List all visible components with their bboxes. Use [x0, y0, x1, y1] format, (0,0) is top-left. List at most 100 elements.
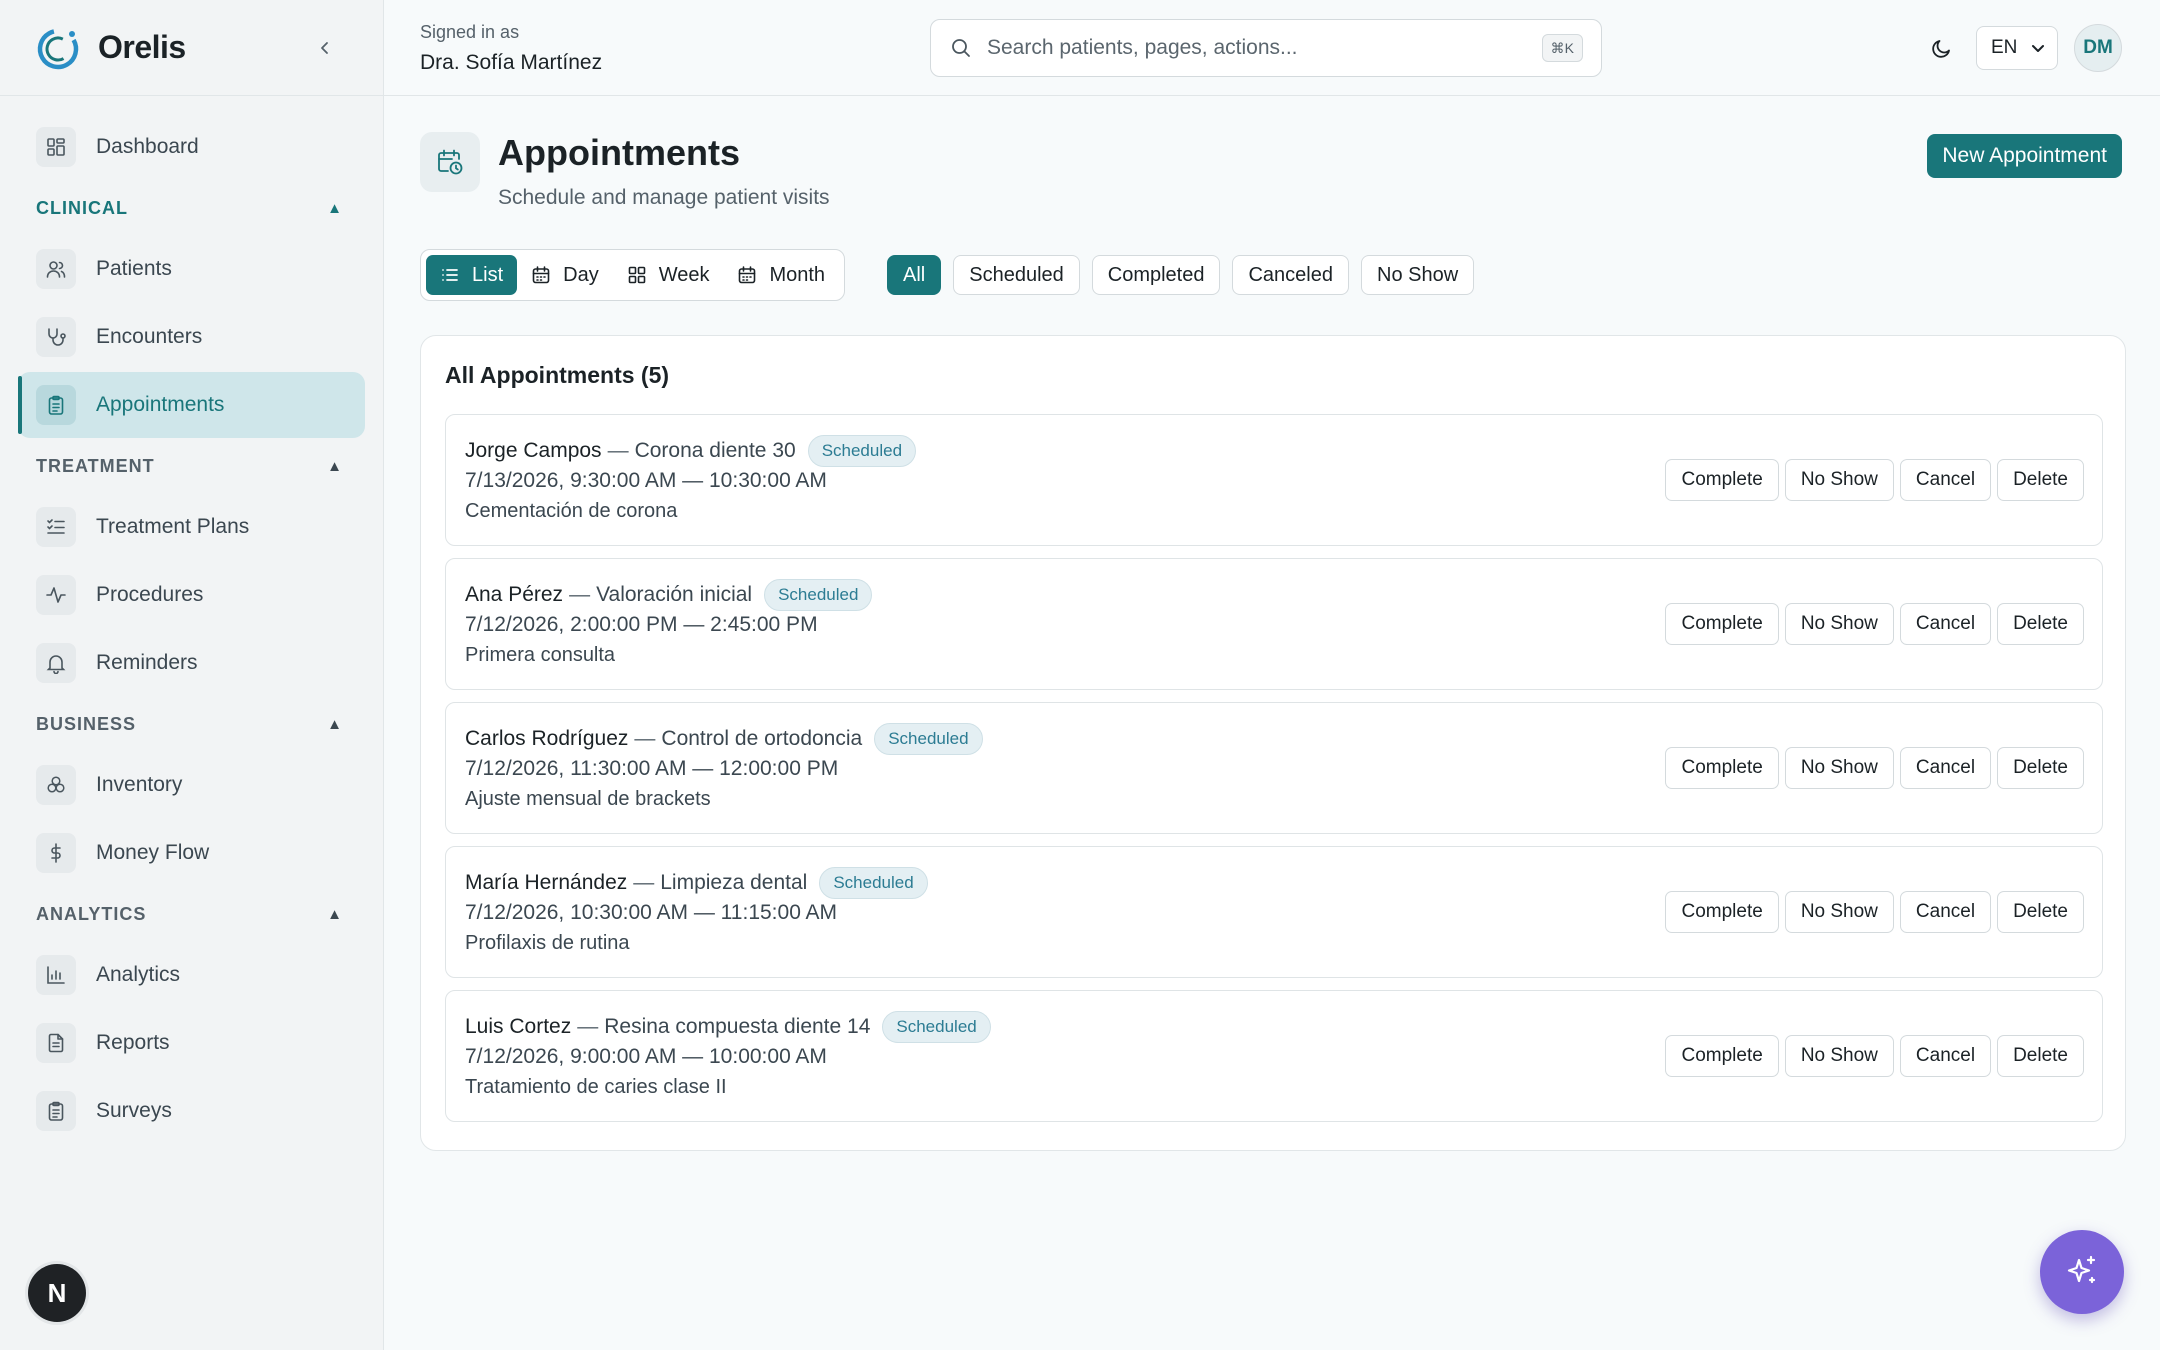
procedure-name: Control de ortodoncia [661, 727, 863, 750]
brand: Orelis [0, 0, 383, 96]
patient-name: Carlos Rodríguez [465, 727, 629, 750]
no-show-button[interactable]: No Show [1784, 891, 1894, 933]
search-icon [952, 39, 970, 57]
sidebar-item-label: Dashboard [96, 135, 199, 158]
cancel-button[interactable]: Cancel [1899, 747, 1992, 789]
appointment-note: Ajuste mensual de brackets [465, 788, 711, 810]
appointment-actions: Complete No Show Cancel Delete [1665, 747, 2084, 789]
signed-in-caption: Signed in as [420, 22, 520, 42]
appointment-note: Cementación de corona [465, 500, 678, 522]
delete-button[interactable]: Delete [1997, 1035, 2084, 1077]
search-box[interactable]: ⌘K [930, 19, 1602, 77]
view-month-button[interactable]: Month [723, 255, 839, 295]
sidebar-item-inventory[interactable]: Inventory [18, 752, 365, 818]
sidebar-item-label: Analytics [96, 963, 181, 986]
calendar-clock-icon [420, 132, 480, 192]
complete-button[interactable]: Complete [1665, 603, 1779, 645]
no-show-button[interactable]: No Show [1784, 459, 1894, 501]
section-title: ANALYTICS [36, 903, 147, 924]
sidebar-item-encounters[interactable]: Encounters [18, 304, 365, 370]
appointment-time: 7/12/2026, 9:00:00 AM — 10:00:00 AM [465, 1045, 827, 1068]
caret-up-icon: ▲ [327, 715, 343, 733]
appointment-actions: Complete No Show Cancel Delete [1665, 603, 2084, 645]
new-appointment-button[interactable]: New Appointment [1927, 134, 2122, 178]
sidebar-item-reports[interactable]: Reports [18, 1010, 365, 1076]
delete-button[interactable]: Delete [1997, 603, 2084, 645]
sparkles-icon [2067, 1255, 2096, 1284]
appointment-actions: Complete No Show Cancel Delete [1665, 459, 2084, 501]
search-input[interactable] [987, 36, 1507, 60]
view-day-button[interactable]: Day [517, 255, 613, 295]
view-week-button[interactable]: Week [613, 255, 724, 295]
sidebar-item-patients[interactable]: Patients [18, 236, 365, 302]
appointment-time: 7/12/2026, 2:00:00 PM — 2:45:00 PM [465, 613, 818, 636]
cancel-button[interactable]: Cancel [1899, 603, 1992, 645]
activity-icon [36, 575, 76, 615]
filter-all[interactable]: All [887, 255, 942, 295]
page-subtitle: Schedule and manage patient visits [498, 186, 830, 209]
patient-name: Ana Pérez [465, 583, 564, 606]
complete-button[interactable]: Complete [1665, 891, 1779, 933]
appointment-header: María Hernández — Limpieza dental Schedu… [465, 867, 928, 899]
sidebar-item-surveys[interactable]: Surveys [18, 1078, 365, 1144]
cancel-button[interactable]: Cancel [1899, 891, 1992, 933]
chevron-down-icon [2032, 45, 2044, 52]
view-switcher: List Day Week Month [420, 249, 846, 301]
sidebar-item-treatment-plans[interactable]: Treatment Plans [18, 494, 365, 560]
complete-button[interactable]: Complete [1665, 747, 1779, 789]
complete-button[interactable]: Complete [1665, 1035, 1779, 1077]
section-title: BUSINESS [36, 713, 137, 734]
ai-assistant-button[interactable] [2040, 1230, 2124, 1314]
delete-button[interactable]: Delete [1997, 891, 2084, 933]
status-badge: Scheduled [874, 723, 983, 755]
patient-name: Luis Cortez [465, 1015, 572, 1038]
appointment-header: Ana Pérez — Valoración inicial Scheduled [465, 579, 873, 611]
n-badge-button[interactable]: N [28, 1264, 86, 1322]
complete-button[interactable]: Complete [1665, 459, 1779, 501]
filter-completed[interactable]: Completed [1091, 255, 1221, 295]
delete-button[interactable]: Delete [1997, 459, 2084, 501]
no-show-button[interactable]: No Show [1784, 603, 1894, 645]
view-list-button[interactable]: List [426, 255, 518, 295]
sidebar-item-appointments[interactable]: Appointments [18, 372, 365, 438]
section-treatment-header[interactable]: TREATMENT ▲ [0, 440, 383, 492]
filter-scheduled[interactable]: Scheduled [953, 255, 1080, 295]
sidebar-item-label: Patients [96, 257, 172, 280]
caret-up-icon: ▲ [327, 199, 343, 217]
grid-icon [628, 266, 646, 284]
language-select[interactable]: EN [1976, 26, 2058, 70]
filter-no-show[interactable]: No Show [1361, 255, 1475, 295]
section-clinical-header[interactable]: CLINICAL ▲ [0, 182, 383, 234]
cancel-button[interactable]: Cancel [1899, 459, 1992, 501]
separator: — [569, 583, 591, 606]
status-badge: Scheduled [807, 435, 917, 467]
procedure-name: Limpieza dental [660, 871, 808, 894]
sidebar-item-procedures[interactable]: Procedures [18, 562, 365, 628]
filter-canceled[interactable]: Canceled [1232, 255, 1349, 295]
sidebar-item-analytics[interactable]: Analytics [18, 942, 365, 1008]
sidebar-nav: Dashboard CLINICAL ▲ Patients Encounters… [0, 96, 383, 1144]
file-text-icon [36, 1023, 76, 1063]
section-title: CLINICAL [36, 197, 128, 218]
sidebar-item-dashboard[interactable]: Dashboard [18, 114, 365, 180]
sidebar-item-money-flow[interactable]: Money Flow [18, 820, 365, 886]
avatar[interactable]: DM [2074, 24, 2122, 72]
section-analytics-header[interactable]: ANALYTICS ▲ [0, 888, 383, 940]
language-value: EN [1991, 37, 2018, 58]
no-show-button[interactable]: No Show [1784, 747, 1894, 789]
clipboard-list-icon [36, 1091, 76, 1131]
cancel-button[interactable]: Cancel [1899, 1035, 1992, 1077]
no-show-button[interactable]: No Show [1784, 1035, 1894, 1077]
theme-toggle-button[interactable] [1926, 32, 1958, 64]
section-business-header[interactable]: BUSINESS ▲ [0, 698, 383, 750]
sidebar-item-label: Treatment Plans [96, 515, 250, 538]
status-badge: Scheduled [764, 579, 873, 611]
patient-name: María Hernández [465, 871, 628, 894]
separator: — [634, 727, 656, 750]
sidebar-item-reminders[interactable]: Reminders [18, 630, 365, 696]
appointment-actions: Complete No Show Cancel Delete [1665, 891, 2084, 933]
list-icon [442, 269, 458, 281]
collapse-sidebar-button[interactable] [311, 34, 339, 62]
delete-button[interactable]: Delete [1997, 747, 2084, 789]
list-checks-icon [36, 507, 76, 547]
